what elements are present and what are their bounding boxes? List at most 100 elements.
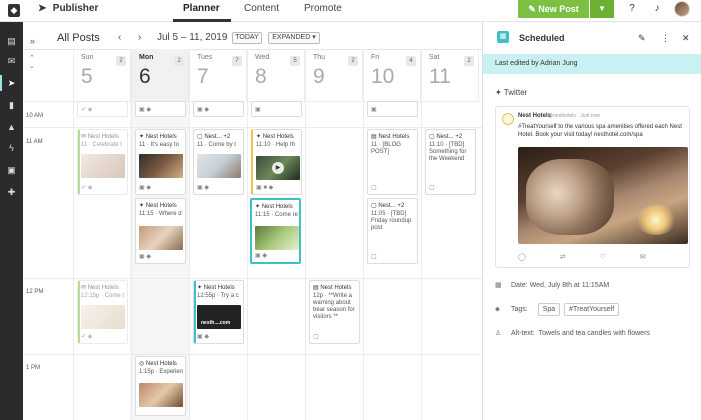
- like-icon[interactable]: ♡: [600, 254, 606, 261]
- post-card-mon-3[interactable]: ◎ Nest Hotels 1:15p · Experien: [135, 356, 186, 416]
- person-icon: ♙: [495, 330, 502, 337]
- day-header-mon[interactable]: Mon 6 2: [131, 49, 189, 101]
- today-button[interactable]: TODAY: [232, 32, 262, 44]
- post-card[interactable]: ▣: [367, 101, 418, 117]
- analytics-icon[interactable]: ▮: [6, 100, 17, 111]
- apps-icon[interactable]: ✚: [6, 187, 17, 198]
- card-account: Nest Hotels: [87, 285, 119, 291]
- play-icon[interactable]: ▶: [272, 162, 284, 174]
- twitter-icon: ✦: [139, 134, 145, 140]
- hootsuite-logo[interactable]: ◆: [8, 4, 20, 17]
- grid-divider: [131, 49, 132, 420]
- day-header-wed[interactable]: Wed 8 5: [247, 49, 305, 101]
- day-name: Wed: [255, 54, 270, 61]
- day-header-sat[interactable]: Sat 11 2: [421, 49, 479, 101]
- clipboard-icon[interactable]: ▣: [6, 165, 17, 176]
- card-text: 11 · [BLOG POST]: [371, 142, 401, 155]
- day-name: Tues: [197, 54, 213, 61]
- bolt-icon[interactable]: ϟ: [6, 143, 17, 154]
- alt-text-value: Towels and tea candles with flowers: [538, 330, 650, 337]
- card-icons: ▣ ◆: [255, 253, 267, 259]
- card-text: 11:10 · [TBD] Something for the Weekend: [429, 142, 467, 162]
- day-header-thu[interactable]: Thu 9 2: [305, 49, 363, 101]
- card-icons: ▣ ◆: [197, 334, 209, 340]
- day-number: 10: [371, 65, 395, 88]
- post-card-mon-2[interactable]: ✦ Nest Hotels 11:15 · Where d ▣ ◆: [135, 198, 186, 264]
- post-card-fri-1[interactable]: ▤ Nest Hotels 11 · [BLOG POST] ▢: [367, 129, 418, 195]
- card-icons: ▣ ◆: [139, 185, 151, 191]
- retweet-icon[interactable]: ⇄: [560, 254, 566, 261]
- day-header-fri[interactable]: Fri 10 4: [363, 49, 421, 101]
- post-card[interactable]: ▣ ◆: [193, 101, 244, 117]
- active-tab-indicator: [173, 19, 231, 22]
- post-count-badge: 5: [290, 56, 300, 66]
- post-card-sun-2[interactable]: ✉ Nest Hotels 12:15p · Come t ✔ ◆: [77, 280, 128, 344]
- twitter-icon: ✦: [495, 88, 502, 97]
- message-icon[interactable]: ✉: [640, 254, 646, 261]
- post-card-tue-2[interactable]: ✦ Nest Hotels 12:55p · Try a c nesth....…: [193, 280, 244, 344]
- day-number: 6: [139, 65, 151, 88]
- rocket-icon[interactable]: ▲: [6, 122, 17, 133]
- card-account: Nest... +2: [436, 134, 463, 140]
- post-detail-panel: ▦ Scheduled ✎ ⋮ ✕ Last edited by Adrian …: [482, 22, 701, 420]
- expand-sidebar-icon[interactable]: »: [30, 36, 35, 46]
- status-stripe: [78, 281, 80, 343]
- post-card-thu-1[interactable]: ▤ Nest Hotels 12p · **Write a warning ab…: [309, 280, 360, 344]
- card-thumbnail: [139, 226, 183, 250]
- card-account: Nest Hotels: [87, 134, 119, 140]
- twitter-icon: ✦: [139, 203, 145, 209]
- question-icon[interactable]: ?: [626, 3, 638, 15]
- streams-icon[interactable]: ▤: [6, 36, 17, 47]
- scroll-hours-control[interactable]: ⌃ ⌄: [29, 55, 35, 71]
- day-name: Sat: [429, 54, 440, 61]
- view-title[interactable]: All Posts: [57, 32, 100, 44]
- post-card[interactable]: ▣ ◆: [135, 101, 186, 117]
- twitter-icon: ✦: [197, 285, 203, 291]
- post-card[interactable]: ▣: [251, 101, 302, 117]
- top-bar: ◆ ➤ Publisher Planner Content Promote ✎ …: [0, 0, 701, 22]
- close-icon[interactable]: ✕: [682, 33, 690, 44]
- post-card-fri-2[interactable]: ▢ Nest... +2 11:05 · [TBD] Friday roundu…: [367, 198, 418, 264]
- panel-title: Scheduled: [519, 33, 565, 43]
- grid-divider: [305, 49, 306, 420]
- tab-planner[interactable]: Planner: [183, 3, 220, 14]
- tweet-text: #TreatYourself to the various spa amenit…: [518, 124, 682, 138]
- more-icon[interactable]: ⋮: [661, 33, 670, 44]
- tag-chip[interactable]: Spa: [537, 303, 561, 316]
- post-card-tue-1[interactable]: ▢ Nest... +2 11 · Come by t ▣ ◆: [193, 129, 244, 195]
- chevron-right-icon[interactable]: ›: [138, 32, 141, 43]
- day-header-sun[interactable]: Sun 5 2: [73, 49, 131, 101]
- reply-icon[interactable]: ◯: [518, 254, 526, 261]
- card-text: 11:05 · [TBD] Friday roundup post: [371, 211, 412, 231]
- bell-icon[interactable]: ♪: [651, 3, 663, 15]
- post-card-sat-1[interactable]: ▢ Nest... +2 11:10 · [TBD] Something for…: [425, 129, 476, 195]
- post-card-mon-1[interactable]: ✦ Nest Hotels 11 · It's easy to ▣ ◆: [135, 129, 186, 195]
- pencil-icon[interactable]: ✎: [638, 33, 646, 44]
- tab-promote[interactable]: Promote: [304, 3, 342, 14]
- tweet-photo[interactable]: [518, 147, 688, 244]
- expanded-dropdown[interactable]: EXPANDED ▾: [268, 32, 320, 44]
- publisher-icon[interactable]: ➤: [6, 78, 17, 89]
- post-card[interactable]: ✔ ◆: [77, 101, 128, 117]
- alt-text-row: ♙ Alt-text: Towels and tea candles with f…: [495, 329, 650, 337]
- date-range: Jul 5 – 11, 2019: [157, 32, 228, 43]
- post-card-wed-1[interactable]: ✦ Nest Hotels 11:10 · Help th ▶ ▣ ■ ◆: [251, 129, 302, 195]
- date-value: Wed, July 8th at 11:15AM: [529, 282, 610, 289]
- grid-divider: [247, 49, 248, 420]
- new-post-dropdown-button[interactable]: ▼: [590, 0, 614, 18]
- card-time: 11:10: [429, 142, 444, 148]
- tweet-account-name: Nest Hotels: [518, 113, 552, 119]
- tag-chip[interactable]: #TreatYourself: [564, 303, 620, 316]
- chevron-left-icon[interactable]: ‹: [118, 32, 121, 43]
- post-card-wed-2-selected[interactable]: ✦ Nest Hotels 11:15 · Come re ▣ ◆: [250, 198, 301, 264]
- time-label: 12 PM: [26, 289, 44, 295]
- card-text: 11:15 · Come re: [255, 212, 298, 218]
- tab-content[interactable]: Content: [244, 3, 279, 14]
- new-post-button[interactable]: ✎ New Post: [518, 0, 589, 18]
- user-avatar[interactable]: [674, 1, 690, 17]
- app-name: Publisher: [52, 3, 99, 14]
- last-edited-bar: Last edited by Adrian Jung: [483, 54, 701, 74]
- post-card-sun-1[interactable]: ✉ Nest Hotels 11 · Celebrate t ✔ ◆: [77, 129, 128, 195]
- day-header-tue[interactable]: Tues 7 7: [189, 49, 247, 101]
- inbox-icon[interactable]: ✉: [6, 56, 17, 67]
